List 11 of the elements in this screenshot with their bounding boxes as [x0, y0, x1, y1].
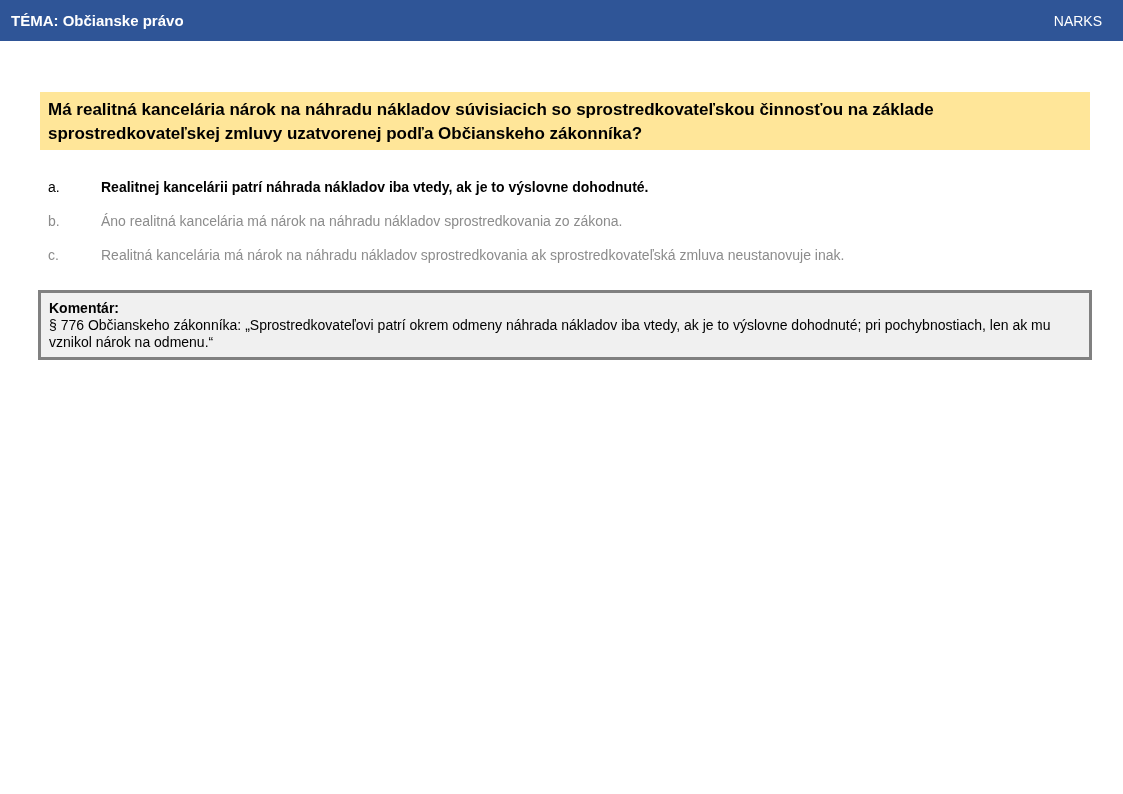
answer-text: Realitnej kancelárii patrí náhrada nákladov iba vtedy, ak je to výslovne dohodnuté.: [101, 178, 649, 196]
answer-text: Realitná kancelária má nárok na náhradu nákladov sprostredkovania ak sprostredkovateľská zmluva neustanovuje inak.: [101, 246, 845, 264]
answer-letter: b.: [48, 212, 61, 230]
brand-name: NARKS: [1053, 12, 1102, 29]
answer-letter: a.: [48, 178, 61, 196]
answer-text: Áno realitná kancelária má nárok na náhradu nákladov sprostredkovania zo zákona.: [101, 212, 623, 230]
comment-text: § 776 Občianskeho zákonníka: „Sprostredkovateľovi patrí okrem odmeny náhrada nákladov iba vtedy, ak je to výslovne dohodnuté; pri pochybnostiach, len ak mu vznikol nárok na odmenu.“: [49, 317, 1052, 351]
comment-heading: Komentár:: [49, 300, 120, 317]
answer-letter: c.: [48, 246, 60, 264]
topic-title: TÉMA: Občianske právo: [11, 12, 184, 29]
question-text: Má realitná kancelária nárok na náhradu nákladov súvisiacich so sprostredkovateľskou činnosťou na základe sprostredkovateľskej zmluvy uzatvorenej podľa Občianskeho zákonníka?: [40, 92, 1090, 150]
